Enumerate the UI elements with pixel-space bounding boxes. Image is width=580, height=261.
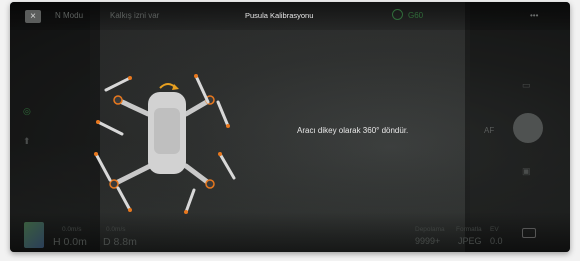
storage-label: Depolama [415,226,445,233]
drone-illustration [94,74,236,214]
gps-count: G60 [408,11,423,20]
takeoff-status: Kalkış izni var [110,11,160,20]
vertical-speed: 0.0m/s [106,226,126,233]
horizontal-speed: 0.0m/s [62,226,82,233]
ev-label: EV [490,226,499,233]
distance-readout: D 8.8m [103,236,137,248]
calibration-instruction: Aracı dikey olarak 360° döndür. [297,126,409,135]
page-title: Pusula Kalibrasyonu [245,11,314,20]
playback-icon[interactable]: ▣ [522,166,531,177]
mini-map[interactable] [24,222,44,248]
locate-icon[interactable]: ◎ [23,106,31,117]
more-menu-icon[interactable]: ••• [530,11,538,20]
bottom-telemetry-bar [10,212,570,252]
ev-value: 0.0 [490,236,503,246]
shutter-button[interactable] [513,113,543,143]
height-readout: H 0.0m [53,236,87,248]
takeoff-icon[interactable]: ⬆ [23,136,31,147]
top-status-bar: × N Modu Kalkış izni var Pusula Kalibras… [10,2,570,30]
gps-signal-icon [392,9,403,20]
close-button[interactable]: × [25,10,41,23]
storage-value: 9999+ [415,236,441,246]
mode-switch-icon[interactable]: ▭ [522,80,531,91]
drone-top-cover [154,108,180,154]
camera-settings-icon[interactable] [522,228,536,238]
flight-mode[interactable]: N Modu [55,11,83,20]
gps-number: 60 [414,11,424,20]
af-button[interactable]: AF [484,126,494,135]
format-label: Formatla [456,226,482,233]
format-value: JPEG [458,236,482,246]
flight-camera-view: × N Modu Kalkış izni var Pusula Kalibras… [10,2,570,252]
